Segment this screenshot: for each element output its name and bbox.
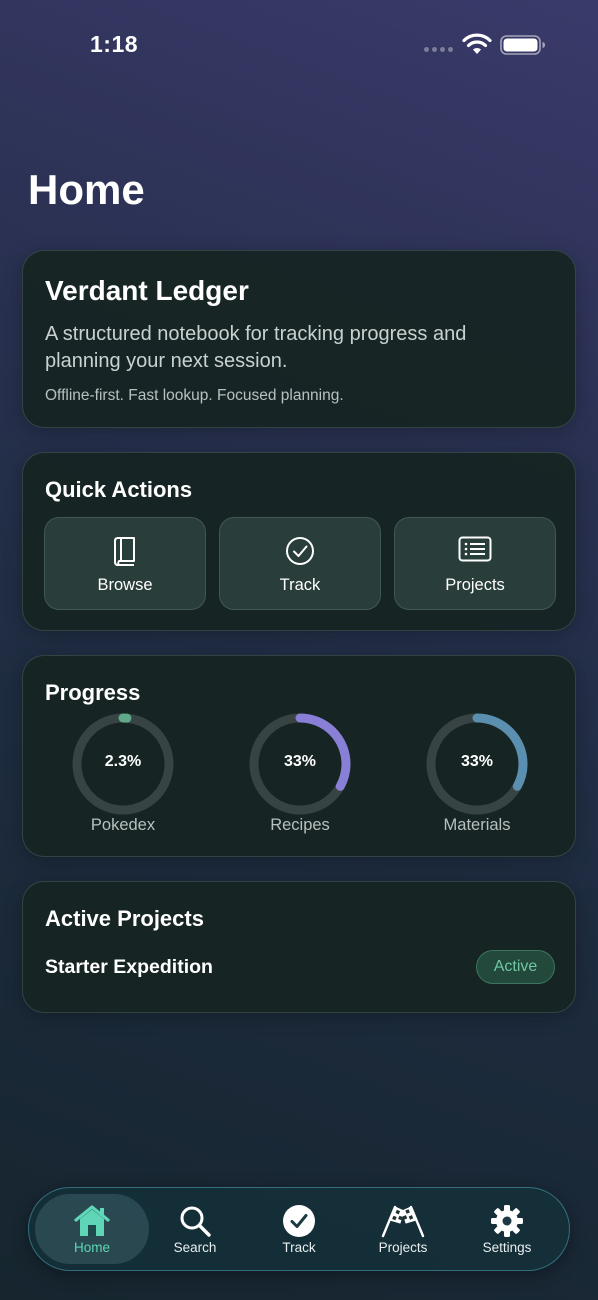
tab-settings-label: Settings xyxy=(482,1240,532,1255)
materials-progress-value: 33% xyxy=(460,753,494,770)
tab-settings[interactable]: Settings xyxy=(450,1194,564,1264)
recipes-progress-value: 33% xyxy=(283,753,317,770)
gear-icon xyxy=(491,1205,523,1237)
wifi-icon xyxy=(462,33,492,54)
tab-projects-label: Projects xyxy=(378,1240,428,1255)
projects-button[interactable]: Projects xyxy=(394,517,556,610)
list-icon xyxy=(458,536,492,562)
book-icon xyxy=(114,537,135,566)
intro-card: Verdant Ledger A structured notebook for… xyxy=(22,250,576,428)
progress-card: Progress 2.3% Pokedex 33% Recipes 33% Ma… xyxy=(22,655,576,857)
checkmark-circle-icon xyxy=(283,1205,315,1237)
app-tagline: Offline-first. Fast lookup. Focused plan… xyxy=(45,387,344,404)
tab-track-label: Track xyxy=(282,1240,316,1255)
battery-icon xyxy=(500,35,545,55)
status-time: 1:18 xyxy=(90,31,139,57)
projects-label: Projects xyxy=(445,576,505,594)
active-projects-title: Active Projects xyxy=(45,906,204,931)
recipes-progress-ring: 33% xyxy=(248,712,352,816)
active-projects-card: Active Projects Starter Expedition Activ… xyxy=(22,881,576,1013)
tab-home[interactable]: Home xyxy=(35,1194,149,1264)
quick-actions-title: Quick Actions xyxy=(45,477,193,502)
track-button[interactable]: Track xyxy=(219,517,381,610)
tab-projects[interactable]: Projects xyxy=(346,1194,460,1264)
track-label: Track xyxy=(279,576,321,594)
materials-progress-ring: 33% xyxy=(425,712,529,816)
browse-label: Browse xyxy=(97,576,153,594)
status-bar: 1:18 xyxy=(0,0,598,90)
search-icon xyxy=(180,1206,211,1237)
progress-title: Progress xyxy=(45,680,141,705)
signal-icon xyxy=(424,47,453,52)
tab-search[interactable]: Search xyxy=(138,1194,252,1264)
pokedex-progress-value: 2.3% xyxy=(104,753,142,770)
recipes-label: Recipes xyxy=(270,816,330,834)
checkmark-circle-icon xyxy=(286,537,314,565)
tab-search-label: Search xyxy=(173,1240,217,1255)
tab-track[interactable]: Track xyxy=(242,1194,356,1264)
app-name: Verdant Ledger xyxy=(45,275,249,306)
quick-actions-card: Quick Actions Browse Track Projects xyxy=(22,452,576,631)
project-name[interactable]: Starter Expedition xyxy=(45,956,213,979)
pokedex-label: Pokedex xyxy=(90,816,156,834)
pokedex-progress-ring: 2.3% xyxy=(71,712,175,816)
tab-bar: Home Search Track Projects Settings xyxy=(28,1187,570,1271)
checkered-flags-icon xyxy=(381,1205,425,1238)
app-description: A structured notebook for tracking progr… xyxy=(45,323,467,372)
status-badge: Active xyxy=(476,950,555,984)
materials-label: Materials xyxy=(443,816,511,834)
browse-button[interactable]: Browse xyxy=(44,517,206,610)
tab-home-label: Home xyxy=(73,1240,110,1255)
page-title: Home xyxy=(28,166,145,213)
home-icon xyxy=(74,1205,110,1236)
